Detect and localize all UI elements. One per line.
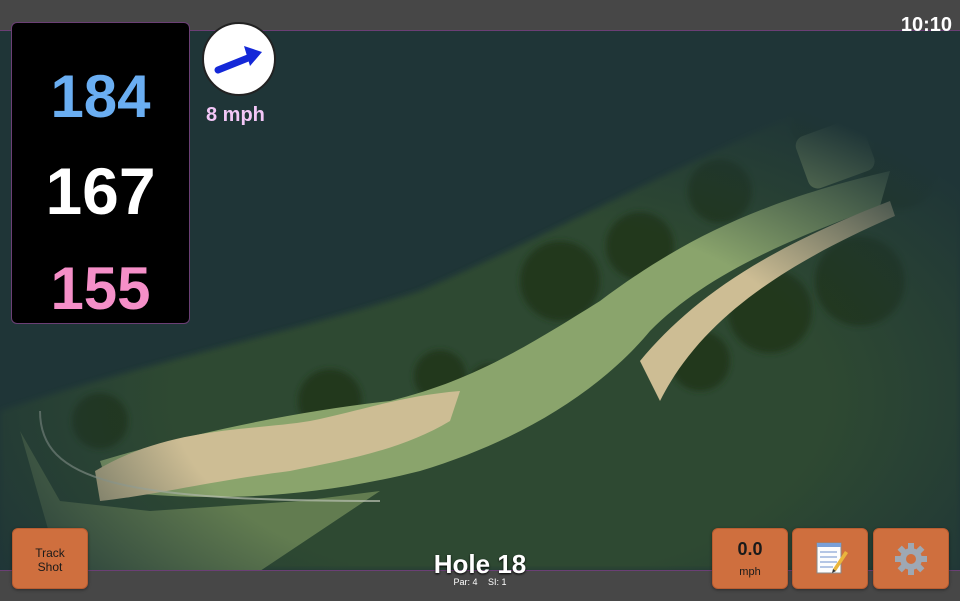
hole-stroke-index: SI: 1: [488, 577, 507, 587]
track-shot-label: Track Shot: [35, 546, 65, 574]
hole-par: Par: 4: [453, 577, 478, 587]
wind-speed: 8 mph: [206, 104, 265, 126]
speed-value: 0.0: [737, 539, 763, 559]
distance-panel: 184 167 155: [11, 22, 190, 324]
gear-icon: [895, 543, 927, 575]
hole-info: Par: 4 SI: 1: [380, 577, 580, 587]
front-distance: 155: [50, 255, 151, 322]
hole-title: Hole 18: [433, 549, 527, 579]
wind-indicator[interactable]: [202, 22, 276, 96]
speed-unit: mph: [739, 566, 761, 578]
middle-distance: 167: [45, 154, 156, 228]
notes-button[interactable]: [792, 528, 868, 589]
track-shot-button[interactable]: Track Shot: [12, 528, 88, 589]
settings-button[interactable]: [873, 528, 949, 589]
wind-arrow-icon: [214, 46, 262, 74]
back-distance: 184: [50, 63, 151, 130]
speed-button[interactable]: 0.0 mph: [712, 528, 788, 589]
notepad-icon: [816, 542, 848, 574]
